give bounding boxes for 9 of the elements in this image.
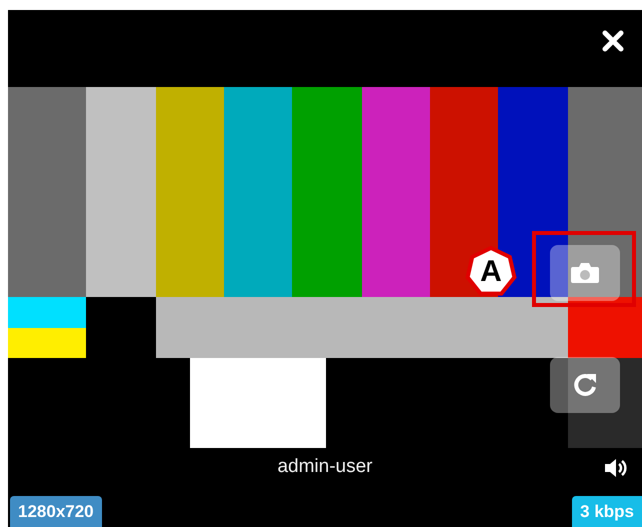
camera-icon [570,261,600,285]
refresh-icon [571,371,599,399]
username-label: admin-user [277,454,373,479]
callout-marker: A [464,244,518,298]
snapshot-button[interactable] [550,245,620,301]
close-icon[interactable] [602,30,624,52]
resolution-label: 1280x720 [10,496,102,527]
bitrate-label: 3 kbps [572,496,642,527]
refresh-button[interactable] [550,357,620,413]
